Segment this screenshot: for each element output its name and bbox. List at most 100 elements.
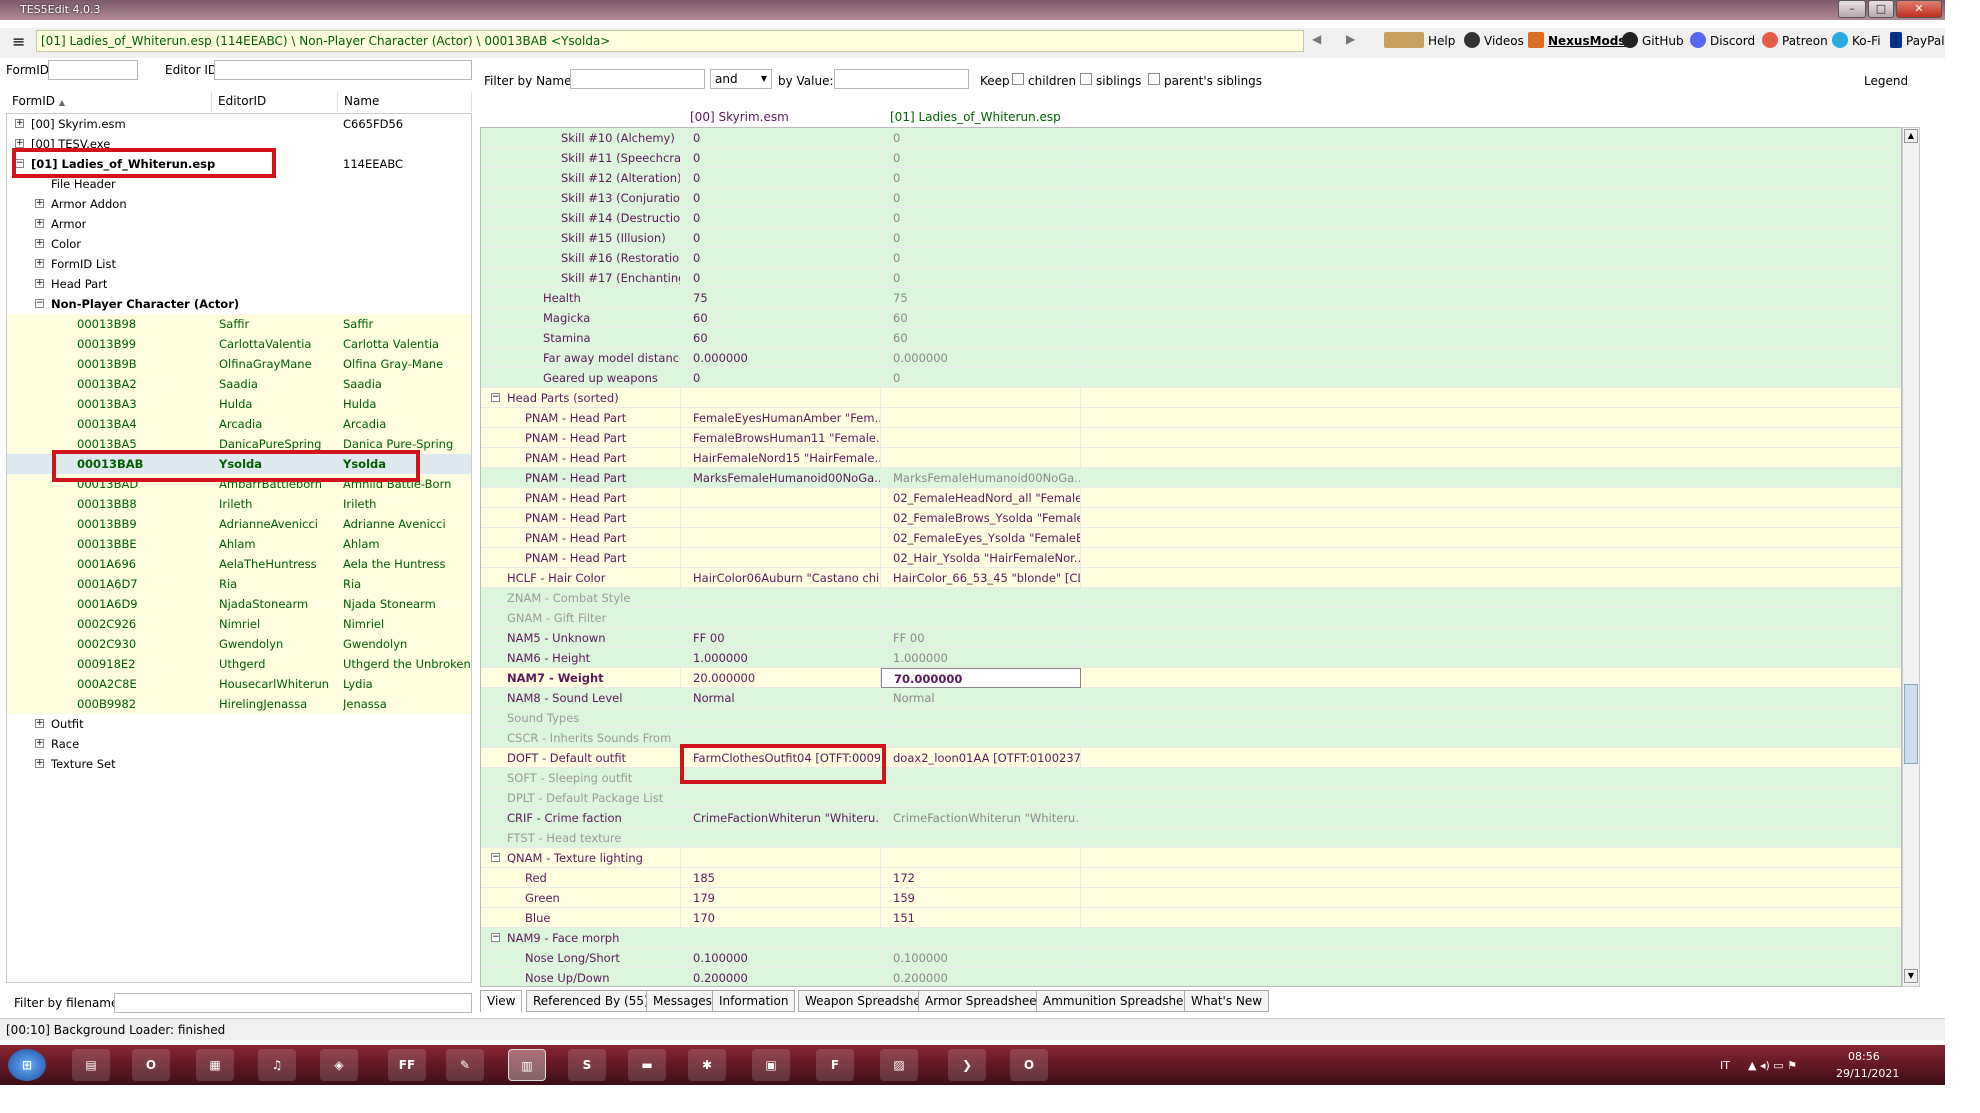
record-row[interactable]: Sound Types [481,708,1901,728]
record-row[interactable]: Skill #13 (Conjuration) 0 0 [481,188,1901,208]
taskbar-app-11[interactable]: ✱ [688,1049,726,1081]
taskbar-app-14[interactable]: ▨ [880,1049,918,1081]
col-header-skyrim[interactable]: [00] Skyrim.esm [690,107,789,127]
taskbar-app-12[interactable]: ▣ [752,1049,790,1081]
language-indicator[interactable]: IT [1720,1059,1730,1072]
expand-toggle-icon[interactable]: + [15,139,24,148]
tree-row[interactable]: + FormID List [7,254,471,274]
record-row[interactable]: Far away model distance 0.000000 0.000000 [481,348,1901,368]
record-row[interactable]: Stamina 60 60 [481,328,1901,348]
record-row[interactable]: NAM6 - Height 1.000000 1.000000 [481,648,1901,668]
record-row[interactable]: DPLT - Default Package List [481,788,1901,808]
tree-row[interactable]: 000A2C8E HousecarlWhiterun Lydia [7,674,471,694]
github-button[interactable]: GitHub [1622,32,1684,48]
tree-row[interactable]: + Texture Set [7,754,471,774]
help-button[interactable]: Help [1384,32,1455,48]
record-row[interactable]: NAM7 - Weight 20.000000 70.000000 [481,668,1901,688]
record-path[interactable]: [01] Ladies_of_Whiterun.esp (114EEABC) \… [36,30,1304,52]
taskbar-app-2[interactable]: O [132,1049,170,1081]
keep-siblings-checkbox[interactable] [1080,73,1092,85]
tab-messages[interactable]: Messages [646,990,719,1012]
tree-row[interactable]: + Outfit [7,714,471,734]
record-row[interactable]: Skill #17 (Enchanting) 0 0 [481,268,1901,288]
formid-input[interactable] [48,60,138,80]
record-row[interactable]: Blue 170 151 [481,908,1901,928]
maximize-button[interactable]: □ [1868,0,1894,18]
record-row[interactable]: Health 75 75 [481,288,1901,308]
taskbar-app-13[interactable]: F [816,1049,854,1081]
taskbar-app-16[interactable]: O [1010,1049,1048,1081]
kofi-button[interactable]: Ko-Fi [1832,32,1881,48]
record-row[interactable]: Red 185 172 [481,868,1901,888]
filter-value-input[interactable] [834,69,969,89]
record-row[interactable]: ZNAM - Combat Style [481,588,1901,608]
keep-parents-checkbox[interactable] [1148,73,1160,85]
taskbar-app-1[interactable]: ▤ [72,1049,110,1081]
tree-row[interactable]: + Color [7,234,471,254]
paypal-button[interactable]: PayPal [1890,32,1945,48]
tree-row[interactable]: 00013B9B OlfinaGrayMane Olfina Gray-Mane [7,354,471,374]
filter-filename-input[interactable] [114,993,472,1013]
tab-armor-spreadsheet[interactable]: Armor Spreadsheet [918,990,1049,1012]
record-row[interactable]: NAM5 - Unknown FF 00 FF 00 [481,628,1901,648]
record-row[interactable]: Skill #10 (Alchemy) 0 0 [481,128,1901,148]
taskbar-app-5[interactable]: ◈ [320,1049,358,1081]
editorid-input[interactable] [214,60,472,80]
record-row[interactable]: Nose Long/Short 0.100000 0.100000 [481,948,1901,968]
tree-row[interactable]: 00013B98 Saffir Saffir [7,314,471,334]
col-header-name[interactable]: Name [338,92,472,112]
taskbar-app-9[interactable]: S [568,1049,606,1081]
record-row[interactable]: HCLF - Hair Color HairColor06Auburn "Cast… [481,568,1901,588]
tree-row[interactable]: + Race [7,734,471,754]
record-row[interactable]: Skill #15 (Illusion) 0 0 [481,228,1901,248]
expand-toggle-icon[interactable]: − [35,299,44,308]
tree-row[interactable]: + Armor [7,214,471,234]
scroll-up-icon[interactable]: ▲ [1904,129,1918,143]
tree-row[interactable]: + Head Part [7,274,471,294]
filter-operator-select[interactable]: and ▼ [710,69,772,89]
tree-row[interactable]: 00013BBE Ahlam Ahlam [7,534,471,554]
record-row[interactable]: FTST - Head texture [481,828,1901,848]
forward-icon[interactable]: ▶ [1346,32,1355,46]
col-header-formid[interactable]: FormID ▲ [6,92,212,112]
tab-information[interactable]: Information [712,990,796,1012]
tree-row[interactable]: 000B9982 HirelingJenassa Jenassa [7,694,471,714]
tab-referenced-by-55[interactable]: Referenced By (55) [526,990,656,1012]
expand-toggle-icon[interactable]: − [491,853,500,862]
record-row[interactable]: PNAM - Head Part MarksFemaleHumanoid00NoG… [481,468,1901,488]
taskbar-app-4[interactable]: ♫ [258,1049,296,1081]
record-row[interactable]: Skill #16 (Restoration) 0 0 [481,248,1901,268]
taskbar-app-7[interactable]: ✎ [446,1049,484,1081]
taskbar-app-8[interactable]: ▥ [508,1049,546,1081]
expand-toggle-icon[interactable]: + [35,719,44,728]
expand-toggle-icon[interactable]: + [35,219,44,228]
expand-toggle-icon[interactable]: + [15,119,24,128]
expand-toggle-icon[interactable]: + [35,759,44,768]
start-button[interactable]: ⊞ [8,1049,46,1081]
record-row[interactable]: Skill #11 (Speechcraft) 0 0 [481,148,1901,168]
record-row[interactable]: − Head Parts (sorted) [481,388,1901,408]
expand-toggle-icon[interactable]: + [35,739,44,748]
tab-what-s-new[interactable]: What's New [1184,990,1270,1012]
tree-row[interactable]: 00013BA4 Arcadia Arcadia [7,414,471,434]
legend-button[interactable]: Legend [1864,74,1908,88]
record-view-grid[interactable]: Skill #10 (Alchemy) 0 0 Skill #11 (Speechcr… [480,127,1902,987]
expand-toggle-icon[interactable]: + [35,239,44,248]
tree-row[interactable]: 00013BA3 Hulda Hulda [7,394,471,414]
clock-time[interactable]: 08:56 [1848,1050,1880,1063]
minimize-button[interactable]: – [1838,0,1866,18]
scroll-thumb[interactable] [1904,684,1918,764]
tree-row[interactable]: 0002C930 Gwendolyn Gwendolyn [7,634,471,654]
close-button[interactable]: ✕ [1896,0,1942,18]
tree-row[interactable]: − Non-Player Character (Actor) [7,294,471,314]
record-row[interactable]: GNAM - Gift Filter [481,608,1901,628]
tree-row[interactable]: + [00] Skyrim.esm C665FD56 [7,114,471,134]
record-row[interactable]: Skill #14 (Destruction) 0 0 [481,208,1901,228]
filter-name-input[interactable] [570,69,705,89]
grid-scrollbar[interactable]: ▲ ▼ [1902,127,1920,987]
tree-row[interactable]: 0001A6D9 NjadaStonearm Njada Stonearm [7,594,471,614]
record-row[interactable]: PNAM - Head Part FemaleBrowsHuman11 "Fema… [481,428,1901,448]
patreon-button[interactable]: Patreon [1762,32,1828,48]
record-row[interactable]: PNAM - Head Part HairFemaleNord15 "HairFe… [481,448,1901,468]
record-row[interactable]: PNAM - Head Part 02_FemaleHeadNord_all "F… [481,488,1901,508]
